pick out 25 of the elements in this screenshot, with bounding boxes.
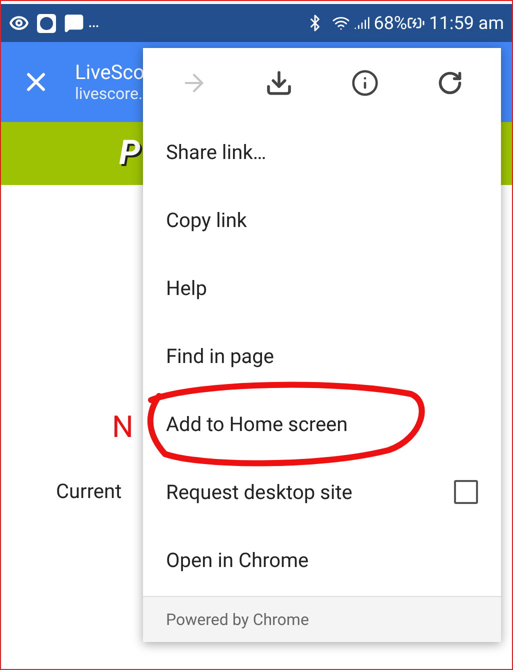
signal-icon (354, 15, 370, 31)
menu-item[interactable]: Add to Home screen (143, 390, 501, 458)
logo-text: P (119, 132, 140, 175)
menu-item[interactable]: Request desktop site (143, 458, 501, 526)
menu-item[interactable]: Copy link (143, 186, 501, 254)
page-title: LiveSco (75, 60, 145, 84)
more-notifications: … (88, 11, 100, 34)
battery-percent: 68% (374, 12, 408, 36)
page-text: Current (56, 478, 122, 505)
page-heading: N (112, 410, 134, 446)
menu-item[interactable]: Help (143, 254, 501, 322)
checkbox[interactable] (454, 480, 478, 504)
menu-item[interactable]: Open in Chrome (143, 526, 501, 594)
remote-app-icon (37, 14, 56, 32)
download-icon[interactable] (265, 69, 294, 97)
info-icon[interactable] (350, 69, 379, 97)
wifi-icon (332, 14, 350, 32)
message-icon (64, 13, 84, 33)
page-url: livescore. (75, 84, 144, 104)
footer-text: Powered by Chrome (166, 608, 309, 630)
menu-item[interactable]: Share link… (143, 118, 501, 186)
menu-item[interactable]: Find in page (143, 322, 501, 390)
clock: 11:59 am (429, 12, 504, 36)
eye-icon (9, 13, 29, 33)
reload-icon[interactable] (437, 70, 464, 96)
